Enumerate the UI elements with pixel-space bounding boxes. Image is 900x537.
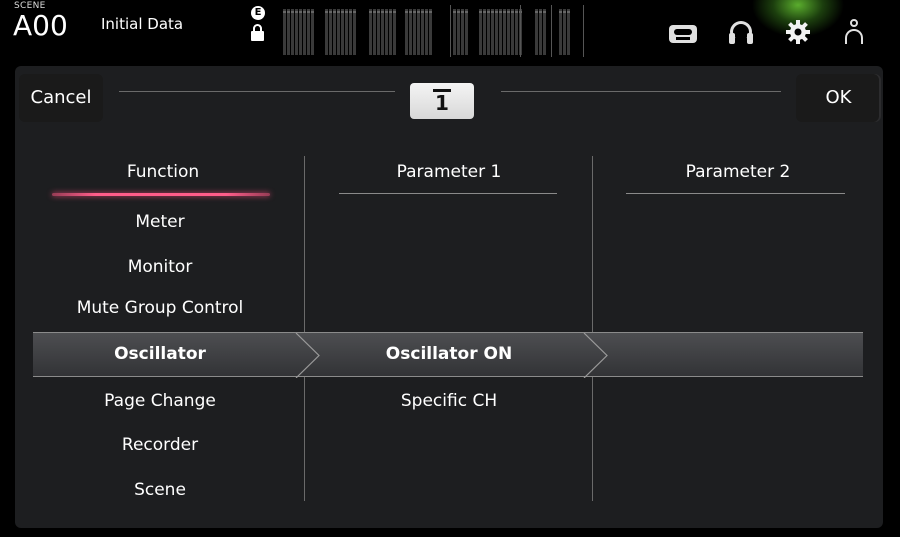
meter-bar [325, 9, 328, 55]
parameter2-header-underline [626, 193, 845, 194]
function-item-oscillator[interactable]: Oscillator [15, 344, 305, 364]
meter-bar [283, 9, 286, 55]
parameter1-item-specific-ch[interactable]: Specific CH [305, 391, 593, 411]
meter-bar [461, 9, 464, 55]
meter-bar [307, 9, 310, 55]
meter-bar [543, 9, 546, 55]
meter-bar [385, 9, 388, 55]
meter-bar [453, 9, 456, 55]
meter-bar [311, 9, 314, 55]
parameter1-column-header[interactable]: Parameter 1 [305, 162, 593, 182]
meter-bar [299, 9, 302, 55]
function-item-scene[interactable]: Scene [15, 480, 305, 500]
meter-bar [421, 9, 424, 55]
ok-button[interactable]: OK [796, 74, 881, 122]
meter-bar [429, 9, 432, 55]
meter-bar [495, 9, 498, 55]
meter-bar [511, 9, 514, 55]
gear-icon[interactable] [785, 19, 811, 45]
status-bar: SCENE A00 Initial Data E [0, 0, 900, 62]
meter-bar [377, 9, 380, 55]
meter-bar [503, 9, 506, 55]
meter-bar [563, 9, 566, 55]
function-column-active-indicator [52, 193, 270, 196]
recorder-icon[interactable] [669, 25, 697, 43]
meter-bar [535, 9, 538, 55]
meter-separator [520, 5, 521, 57]
meter-bar [349, 9, 352, 55]
header-divider-right [501, 91, 781, 92]
meter-bar [515, 9, 518, 55]
level-meters[interactable] [283, 5, 593, 57]
user-defined-key-dialog: Cancel 1 OK Function Parameter 1 Paramet… [15, 66, 883, 528]
edit-indicator-icon: E [251, 6, 265, 20]
meter-bar [457, 9, 460, 55]
scene-number[interactable]: A00 [13, 9, 68, 43]
headphones-icon[interactable] [729, 21, 753, 45]
cancel-button[interactable]: Cancel [19, 74, 103, 122]
meter-bar [345, 9, 348, 55]
meter-bar [341, 9, 344, 55]
function-item-monitor[interactable]: Monitor [15, 257, 305, 277]
meter-bar [507, 9, 510, 55]
function-column-header[interactable]: Function [15, 162, 311, 182]
meter-bar [465, 9, 468, 55]
selected-row-band[interactable]: Oscillator Oscillator ON [33, 332, 863, 378]
meter-separator [583, 5, 584, 57]
meter-bar [381, 9, 384, 55]
header-divider-left [119, 91, 395, 92]
meter-bar [329, 9, 332, 55]
scene-lock-indicator: E [250, 6, 266, 50]
meter-bar [479, 9, 482, 55]
meter-bar [389, 9, 392, 55]
function-item-recorder[interactable]: Recorder [15, 435, 305, 455]
meter-bar [413, 9, 416, 55]
meter-bar [373, 9, 376, 55]
user-key-number-badge: 1 [410, 83, 474, 119]
function-item-page-change[interactable]: Page Change [15, 391, 305, 411]
meter-bar [491, 9, 494, 55]
meter-bar [417, 9, 420, 55]
function-item-meter[interactable]: Meter [15, 212, 305, 232]
meter-bar [337, 9, 340, 55]
meter-bar [539, 9, 542, 55]
parameter1-header-underline [339, 193, 557, 194]
meter-bar [559, 9, 562, 55]
meter-bar [483, 9, 486, 55]
meter-bar [567, 9, 570, 55]
user-icon[interactable] [843, 19, 865, 45]
meter-bar [369, 9, 372, 55]
meter-bar [487, 9, 490, 55]
meter-bar [353, 9, 356, 55]
meter-bar [405, 9, 408, 55]
parameter2-column-header[interactable]: Parameter 2 [593, 162, 883, 182]
function-item-mute-group-control[interactable]: Mute Group Control [15, 298, 305, 318]
meter-bar [295, 9, 298, 55]
meter-bar [425, 9, 428, 55]
parameter1-item-oscillator-on[interactable]: Oscillator ON [305, 344, 593, 364]
meter-bar [393, 9, 396, 55]
meter-bar [409, 9, 412, 55]
meter-bar [333, 9, 336, 55]
meter-bar [499, 9, 502, 55]
meter-bar [303, 9, 306, 55]
meter-bar [287, 9, 290, 55]
scene-name[interactable]: Initial Data [101, 15, 183, 33]
meter-bar [291, 9, 294, 55]
meter-separator [450, 5, 451, 57]
column-divider [592, 156, 593, 332]
meter-separator [551, 5, 552, 57]
